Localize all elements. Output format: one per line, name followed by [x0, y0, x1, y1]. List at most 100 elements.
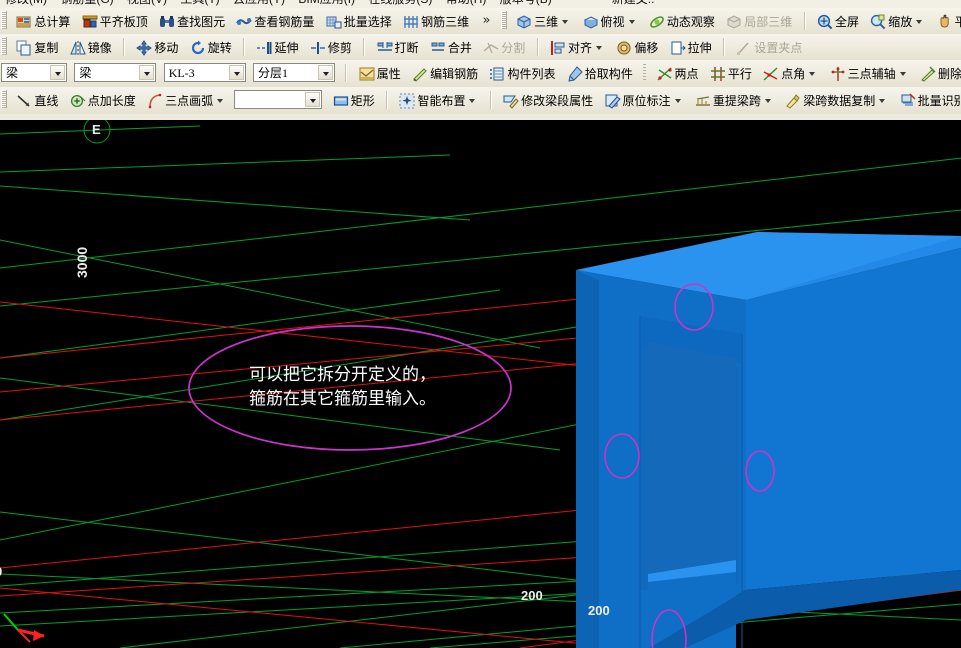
toolbar-overflow-button[interactable]: » [483, 10, 491, 32]
edit-beam-seg-button[interactable]: 修改梁段属性 [499, 89, 597, 113]
point-angle-button[interactable]: 点角 [759, 62, 822, 86]
chevron-down-icon[interactable] [217, 99, 224, 103]
align-button[interactable]: 对齐 [546, 36, 609, 60]
menu-version[interactable]: 版本号(B) [495, 0, 557, 8]
combo-member-name[interactable]: KL-3 [163, 63, 246, 82]
menu-online-service[interactable]: 在线服务(S) [363, 0, 437, 8]
combo-element-type[interactable]: 梁 [74, 63, 157, 82]
monkey-icon[interactable] [562, 0, 578, 6]
chevron-down-icon[interactable] [469, 99, 476, 103]
extend-icon [256, 40, 272, 56]
member-list-button[interactable]: 构件列表 [485, 62, 559, 86]
top-view-button[interactable]: 俯视 [579, 10, 642, 34]
re-extract-span-button[interactable]: 重提梁跨 [691, 89, 778, 113]
delete-axis-label: 删除辅轴 [937, 67, 961, 81]
chevron-down-icon[interactable] [879, 99, 886, 103]
set-grip-button[interactable]: 设置夹点 [732, 36, 806, 60]
chevron-down-icon[interactable] [595, 46, 602, 50]
zoom-button[interactable]: 缩放 [866, 10, 929, 34]
combo-category-arrow[interactable] [50, 65, 65, 80]
menu-view[interactable]: 视图(V) [122, 0, 172, 8]
line-button[interactable]: 直线 [12, 89, 62, 113]
batch-select-button[interactable]: 批量选择 [322, 10, 396, 34]
stretch-label: 拉伸 [687, 41, 712, 55]
chevron-down-icon[interactable] [562, 20, 569, 24]
parallel-axis-button[interactable]: 平行 [706, 62, 756, 86]
toolbar-region: 修改(M) 钢筋量(G) 视图(V) 工具(T) 云应用(Y) BIM应用(I)… [0, 0, 961, 120]
top-view-label: 俯视 [600, 15, 625, 29]
merge-button[interactable]: 合并 [426, 36, 476, 60]
combo-category[interactable]: 梁 [1, 63, 67, 82]
delete-axis-button[interactable]: 删除辅轴 [916, 62, 961, 86]
three-point-arc-button[interactable]: 三点画弧 [143, 89, 230, 113]
chevron-down-icon[interactable] [628, 20, 635, 24]
chevron-down-icon[interactable] [674, 99, 681, 103]
chevron-down-icon[interactable] [899, 72, 906, 76]
edit-rebar-button[interactable]: 编辑钢筋 [408, 62, 482, 86]
toolbar-grip-1[interactable] [1, 11, 7, 29]
toolbar-grip-2[interactable] [500, 11, 507, 29]
3d-viewport[interactable]: E 3000 0 200 200 可以把它拆分开定义的， 箍筋在其它箍筋里输入。 [0, 120, 961, 648]
extend-label: 延伸 [274, 41, 299, 55]
total-calc-button[interactable]: 总计算 [12, 10, 74, 34]
trim-button[interactable]: 修剪 [306, 36, 356, 60]
menu-tools[interactable]: 工具(T) [175, 0, 224, 8]
smart-layout-button[interactable]: 智能布置 [395, 89, 482, 113]
align-slab-top-button[interactable]: 平齐板顶 [78, 10, 152, 34]
find-element-button[interactable]: 查找图元 [155, 10, 229, 34]
point-length-button[interactable]: 点加长度 [66, 89, 140, 113]
pick-member-button[interactable]: 拾取构件 [563, 62, 637, 86]
menu-bim[interactable]: BIM应用(I) [293, 0, 360, 8]
combo-arc-mode-arrow[interactable] [305, 92, 321, 107]
split-button[interactable]: 分割 [479, 36, 529, 60]
menu-cloud[interactable]: 云应用(Y) [228, 0, 290, 8]
toolbar-grip-3[interactable] [1, 37, 7, 55]
menu-help[interactable]: 帮助(H) [441, 0, 492, 8]
toolbar-separator [363, 38, 366, 56]
view-rebar-qty-button[interactable]: 查看钢筋量 [232, 10, 318, 34]
zoom-label: 缩放 [888, 15, 913, 29]
mirror-button[interactable]: 镜像 [66, 36, 116, 60]
offset-button[interactable]: 偏移 [612, 36, 662, 60]
batch-identify-support-button[interactable]: 批量识别梁支座 [896, 89, 961, 113]
toolbar-separator [489, 91, 492, 109]
stretch-button[interactable]: 拉伸 [666, 36, 716, 60]
dynamic-orbit-button[interactable]: 动态观察 [645, 10, 719, 34]
extend-button[interactable]: 延伸 [252, 36, 302, 60]
partial-3d-button[interactable]: 局部三维 [722, 10, 796, 34]
inplace-annotation-icon [605, 93, 621, 109]
beam-column-left-side [576, 270, 598, 648]
toolbar-grip-4[interactable] [1, 90, 7, 108]
fullscreen-button[interactable]: 全屏 [813, 10, 863, 34]
chevron-down-icon[interactable] [809, 72, 816, 76]
rectangle-button[interactable]: 矩形 [329, 89, 379, 113]
rebar-3d-button[interactable]: 钢筋三维 [399, 10, 473, 34]
view-3d-button[interactable]: 三维 [512, 10, 575, 34]
rotate-button[interactable]: 旋转 [186, 36, 236, 60]
combo-layer-arrow[interactable] [318, 65, 334, 80]
combo-arc-mode[interactable] [234, 90, 323, 109]
menu-modify[interactable]: 修改(M) [0, 0, 52, 8]
trim-icon [310, 40, 326, 56]
properties-button[interactable]: 属性 [355, 62, 405, 86]
toolbar-separator [345, 64, 348, 82]
combo-element-type-arrow[interactable] [139, 65, 155, 80]
break-button[interactable]: 打断 [373, 36, 423, 60]
copy-button[interactable]: 复制 [12, 36, 62, 60]
move-button[interactable]: 移动 [132, 36, 182, 60]
span-data-copy-button[interactable]: 梁跨数据复制 [781, 89, 892, 113]
partial-3d-icon [726, 14, 742, 30]
chevron-down-icon[interactable] [764, 99, 771, 103]
inplace-annotation-button[interactable]: 原位标注 [601, 89, 688, 113]
menu-new-file[interactable]: 新建文.. [607, 0, 660, 8]
new-file-icon[interactable] [585, 0, 601, 6]
menu-rebar-qty[interactable]: 钢筋量(G) [55, 0, 118, 8]
combo-member-name-arrow[interactable] [228, 65, 244, 80]
chevron-down-icon[interactable] [916, 20, 923, 24]
two-point-axis-button[interactable]: 两点 [653, 62, 703, 86]
left-cut-dimension: 0 [0, 564, 2, 579]
combo-layer[interactable]: 分层1 [253, 63, 336, 82]
pan-button[interactable]: 平移 [933, 10, 961, 34]
partial-3d-label: 局部三维 [744, 15, 793, 29]
three-point-axis-button[interactable]: 三点辅轴 [826, 62, 913, 86]
